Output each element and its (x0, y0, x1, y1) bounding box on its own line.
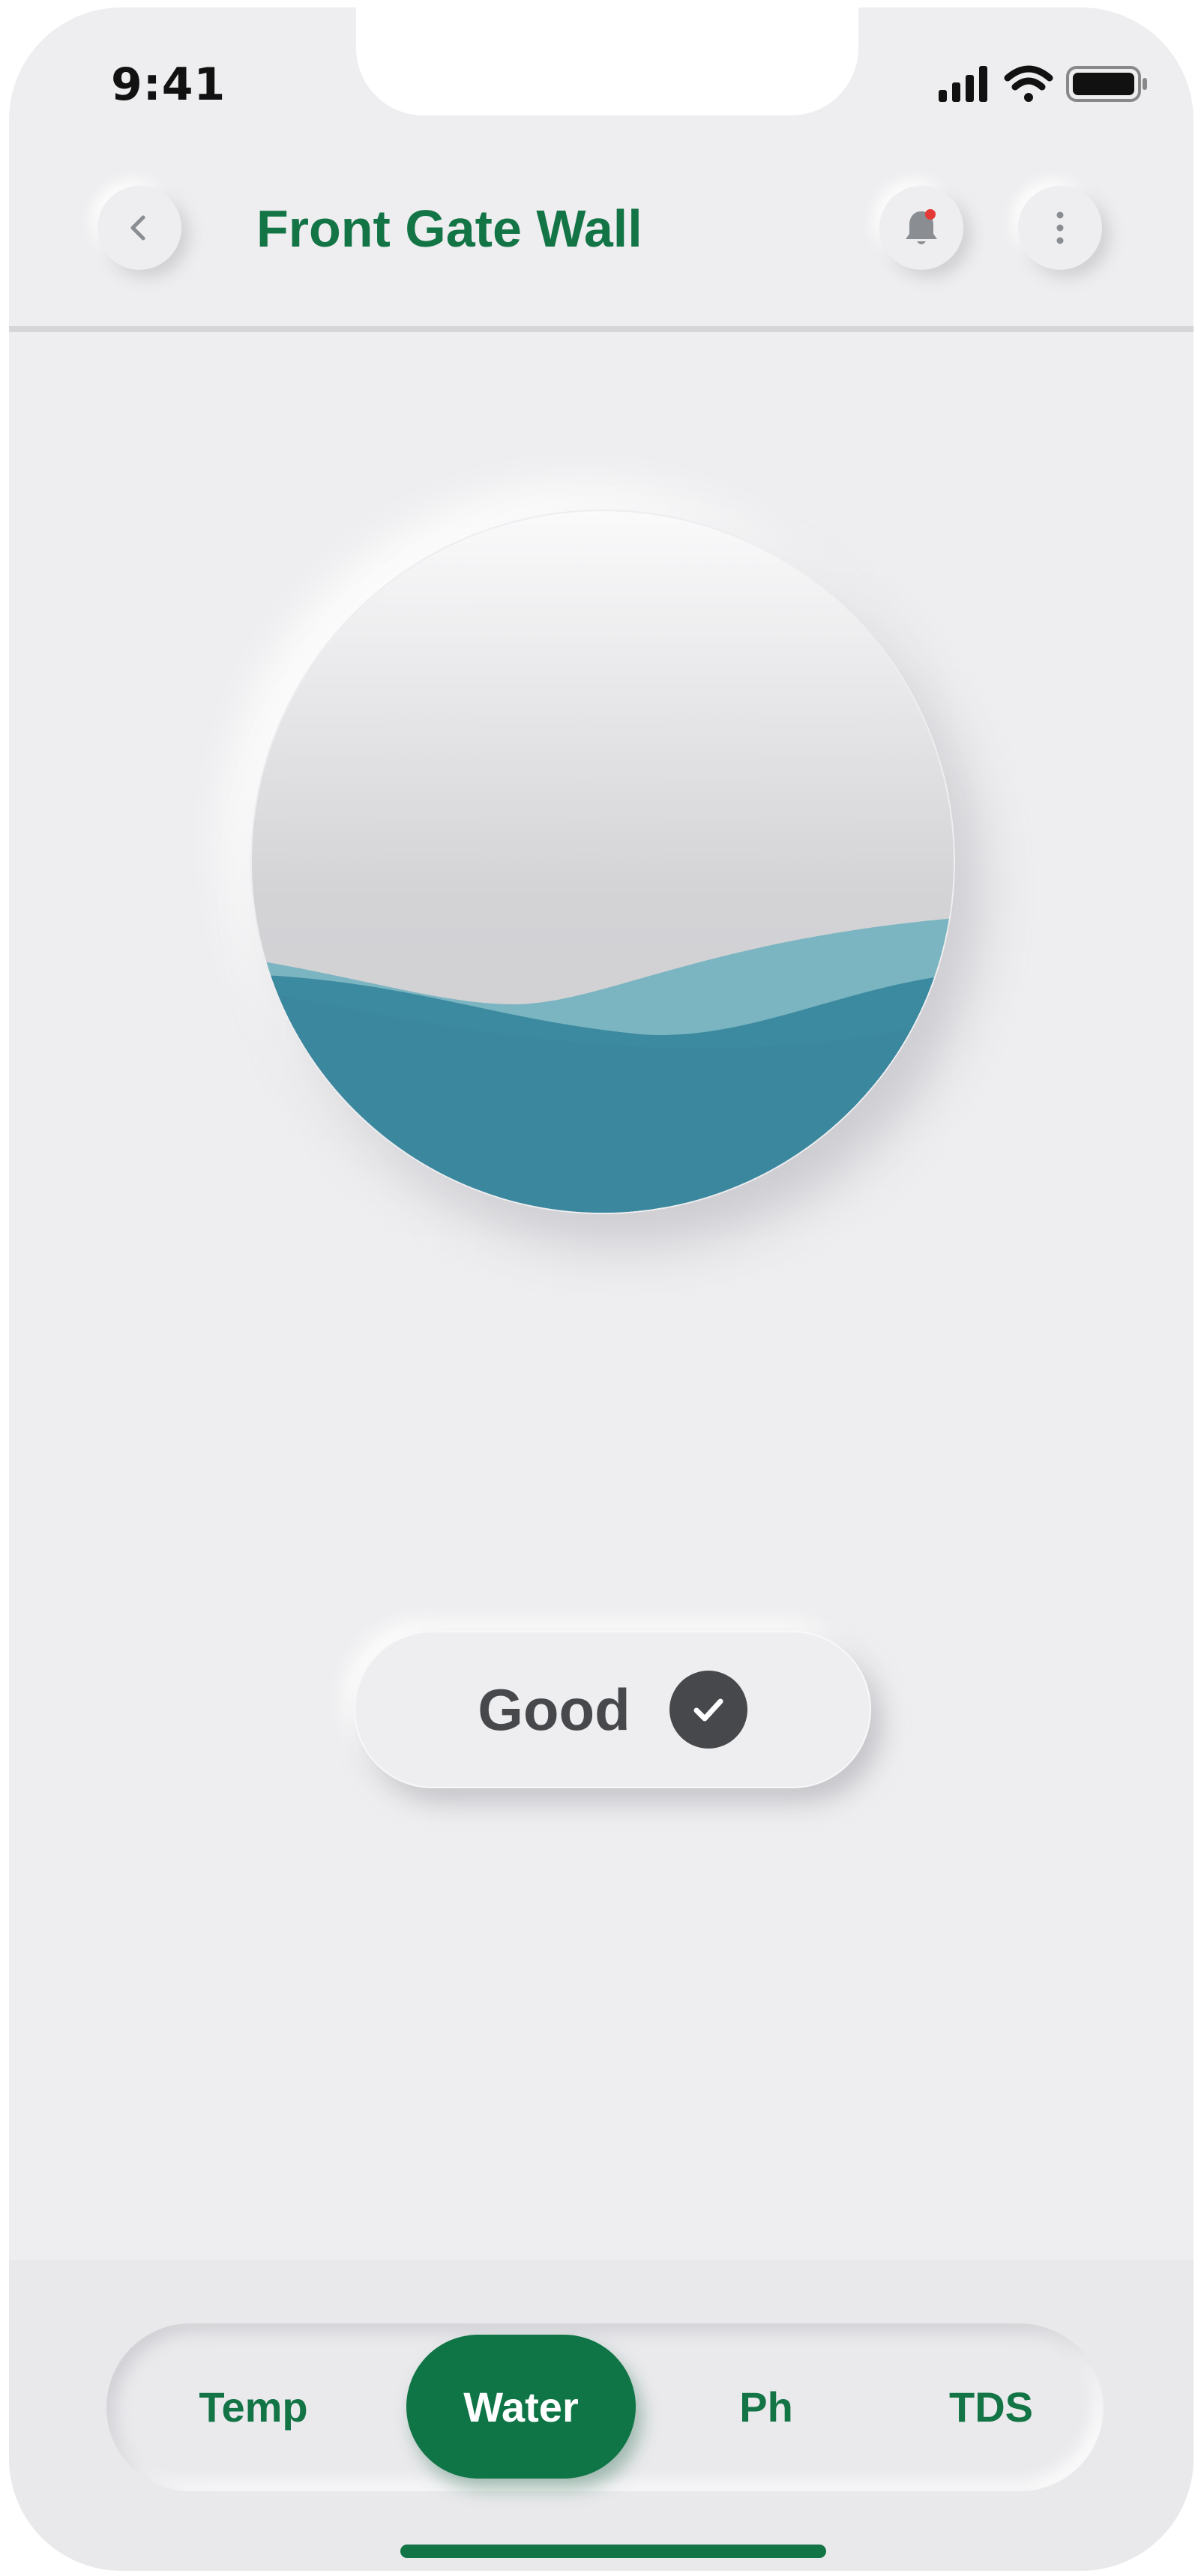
notifications-button[interactable] (879, 186, 963, 270)
check-circle (669, 1671, 747, 1749)
water-level-gauge (250, 510, 955, 1214)
wifi-icon (1004, 65, 1053, 102)
status-time: 9:41 (111, 58, 226, 111)
more-vertical-icon (1056, 211, 1064, 244)
back-button[interactable] (97, 186, 181, 270)
page-title: Front Gate Wall (256, 199, 642, 258)
status-label: Good (478, 1676, 630, 1743)
check-icon (693, 1698, 723, 1722)
bell-icon (906, 209, 937, 244)
phone-screen: 9:41 Front Gate Wall Good Temp Water Ph … (9, 7, 1194, 2571)
tab-temp[interactable]: Temp (156, 2335, 351, 2479)
more-options-button[interactable] (1018, 186, 1102, 270)
chevron-left-icon (130, 215, 145, 241)
tab-tds[interactable]: TDS (894, 2335, 1089, 2479)
tab-ph[interactable]: Ph (684, 2335, 849, 2479)
water-status-indicator: Good (354, 1631, 871, 1788)
header-divider (9, 326, 1194, 332)
tab-water[interactable]: Water (406, 2335, 636, 2479)
cellular-signal-icon (939, 66, 987, 102)
device-notch (356, 7, 858, 115)
status-icons (939, 61, 1164, 106)
notification-dot (925, 209, 936, 220)
home-indicator (400, 2545, 826, 2558)
battery-icon (1066, 66, 1147, 102)
